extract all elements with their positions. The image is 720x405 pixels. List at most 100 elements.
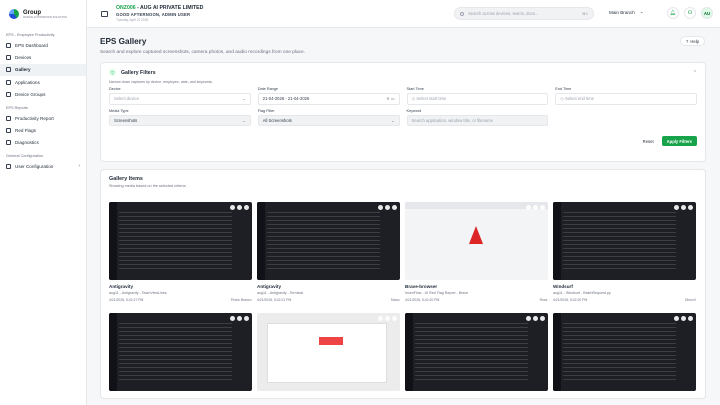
flag-icon[interactable] [384, 205, 390, 210]
filters-subtitle: Narrow down captures by device, employee… [109, 80, 213, 84]
media-type-select[interactable]: Screenshots ⌄ [109, 114, 251, 126]
sidebar-item-productivity-report[interactable]: Productivity Report [0, 112, 86, 124]
start-time-placeholder: Select start time [416, 96, 447, 102]
view-icon[interactable] [673, 205, 679, 210]
screenshot-thumbnail[interactable] [405, 313, 548, 391]
window-title: aug11 - Antigravity - TeamViewLines [109, 290, 167, 295]
sidebar-item-label: Gallery [15, 67, 31, 73]
sidebar-item-label: User Configuration [15, 163, 54, 169]
download-icon[interactable] [391, 316, 397, 321]
chevron-down-icon: ⌄ [391, 117, 395, 123]
flag-icon[interactable] [384, 316, 390, 321]
app-name: Windsurf [553, 284, 573, 289]
view-icon[interactable] [673, 316, 679, 321]
download-icon[interactable] [539, 316, 545, 321]
filter-icon: ▽ [109, 69, 116, 76]
sidebar-item-user-configuration[interactable]: User Configuration › [0, 160, 86, 172]
branch-selector[interactable]: Main Branch ⌄ [609, 9, 644, 15]
sidebar-item-label: Devices [15, 55, 32, 61]
flag-icon[interactable] [532, 205, 538, 210]
sidebar-item-red-flags[interactable]: Red Flags [0, 124, 86, 136]
flag-icon[interactable] [680, 205, 686, 210]
download-icon[interactable] [687, 205, 693, 210]
sidebar-item-diagnostics[interactable]: Diagnostics [0, 137, 86, 149]
gallery-card[interactable]: Brave-browser InvenFlow - UI Red Flag Re… [405, 202, 548, 308]
screenshot-thumbnail[interactable] [109, 313, 252, 391]
sidebar-toggle-icon[interactable] [101, 10, 108, 17]
screenshot-thumbnail[interactable] [257, 202, 400, 280]
gallery-card[interactable]: Antigravity aug11 - Antigravity - Termin… [257, 202, 400, 308]
flag-icon[interactable] [236, 205, 242, 210]
chevron-up-icon[interactable]: ⌃ [693, 70, 697, 76]
help-button[interactable]: ? Help [680, 36, 705, 46]
screenshot-thumbnail[interactable] [257, 313, 400, 391]
gallery-card[interactable] [109, 313, 252, 405]
gallery-card[interactable]: Windsurf aug11 - Windsurf - BatchRequest… [553, 202, 696, 308]
gallery-card[interactable] [553, 313, 696, 405]
screenshot-thumbnail[interactable] [405, 202, 548, 280]
app-name: Antigravity [257, 284, 281, 289]
date-range-input[interactable]: 21-04-2026 - 21-04-2026 ✕ ▭ [257, 93, 400, 105]
bell-icon[interactable]: 🔔︎ [667, 7, 679, 19]
download-icon[interactable] [243, 205, 249, 210]
keyword-label: Keyword [406, 108, 422, 113]
apps-icon [6, 79, 11, 85]
search-input[interactable]: Search across devices, teams, docs... [468, 11, 539, 16]
view-icon[interactable] [229, 205, 235, 210]
chevron-right-icon: › [78, 163, 80, 170]
start-time-input[interactable]: ◷ Select start time [406, 93, 549, 105]
sidebar-nav: EPS - Employee Productivity EPS Dashboard… [0, 32, 86, 173]
headset-icon[interactable]: ☊ [684, 7, 696, 19]
end-time-input[interactable]: ◷ Select end time [555, 93, 697, 105]
download-icon[interactable] [687, 316, 693, 321]
gallery-card[interactable] [257, 313, 400, 405]
report-icon [6, 115, 11, 121]
user-name: Rose [539, 297, 548, 302]
flag-icon[interactable] [680, 316, 686, 321]
media-type-label: Media Type [109, 108, 129, 113]
topbar: ONZ006 - AUG AI PRIVATE LIMITED GOOD AFT… [87, 0, 720, 28]
sidebar-item-applications[interactable]: Applications [0, 76, 86, 88]
end-time-label: End Time [555, 87, 572, 91]
diagnostics-icon [6, 140, 11, 146]
sidebar-item-label: Applications [15, 79, 40, 85]
gallery-card[interactable] [405, 313, 548, 405]
end-time-placeholder: Select end time [565, 96, 594, 102]
global-search[interactable]: Search across devices, teams, docs... ⌘K [454, 7, 594, 20]
reset-button[interactable]: Reset [639, 136, 658, 146]
filters-title: Gallery Filters [121, 69, 156, 76]
clear-icon[interactable]: ✕ ▭ [386, 96, 394, 101]
download-icon[interactable] [243, 316, 249, 321]
capture-time: 4/21/2026, 5:42:21 PM [257, 297, 292, 302]
flag-filter-select[interactable]: All Screenshots ⌄ [257, 114, 400, 126]
keyword-input[interactable]: Search application, window title, or fil… [406, 114, 549, 126]
device-select[interactable]: Select device ⌄ [109, 93, 251, 105]
flag-icon [6, 128, 11, 134]
screenshot-thumbnail[interactable] [553, 313, 696, 391]
flag-icon[interactable] [236, 316, 242, 321]
gallery-card[interactable]: Antigravity aug11 - Antigravity - TeamVi… [109, 202, 252, 308]
download-icon[interactable] [391, 205, 397, 210]
view-icon[interactable] [525, 316, 531, 321]
sidebar-item-devices[interactable]: Devices [0, 51, 86, 63]
apply-filters-button[interactable]: Apply Filters [661, 136, 697, 146]
user-name: Dhruvil [684, 297, 696, 302]
sidebar-item-device-groups[interactable]: Device Groups [0, 89, 86, 101]
view-icon[interactable] [377, 316, 383, 321]
window-title: aug11 - Windsurf - BatchRequest.py [553, 290, 611, 295]
view-icon[interactable] [525, 205, 531, 210]
avatar[interactable]: AU [701, 7, 713, 19]
screenshot-thumbnail[interactable] [109, 202, 252, 280]
screenshot-thumbnail[interactable] [553, 202, 696, 280]
capture-time: 4/21/2026, 5:42:20 PM [553, 297, 588, 302]
flag-filter-label: Flag Filter [257, 108, 275, 113]
sidebar-item-eps-dashboard[interactable]: EPS Dashboard [0, 39, 86, 51]
window-title: InvenFlow - UI Red Flag Report - Brave [405, 290, 469, 295]
view-icon[interactable] [377, 205, 383, 210]
download-icon[interactable] [539, 205, 545, 210]
view-icon[interactable] [229, 316, 235, 321]
chevron-down-icon: ⌄ [242, 117, 246, 123]
gallery-icon [6, 67, 11, 73]
flag-icon[interactable] [532, 316, 538, 321]
sidebar-item-gallery[interactable]: Gallery [0, 63, 86, 77]
